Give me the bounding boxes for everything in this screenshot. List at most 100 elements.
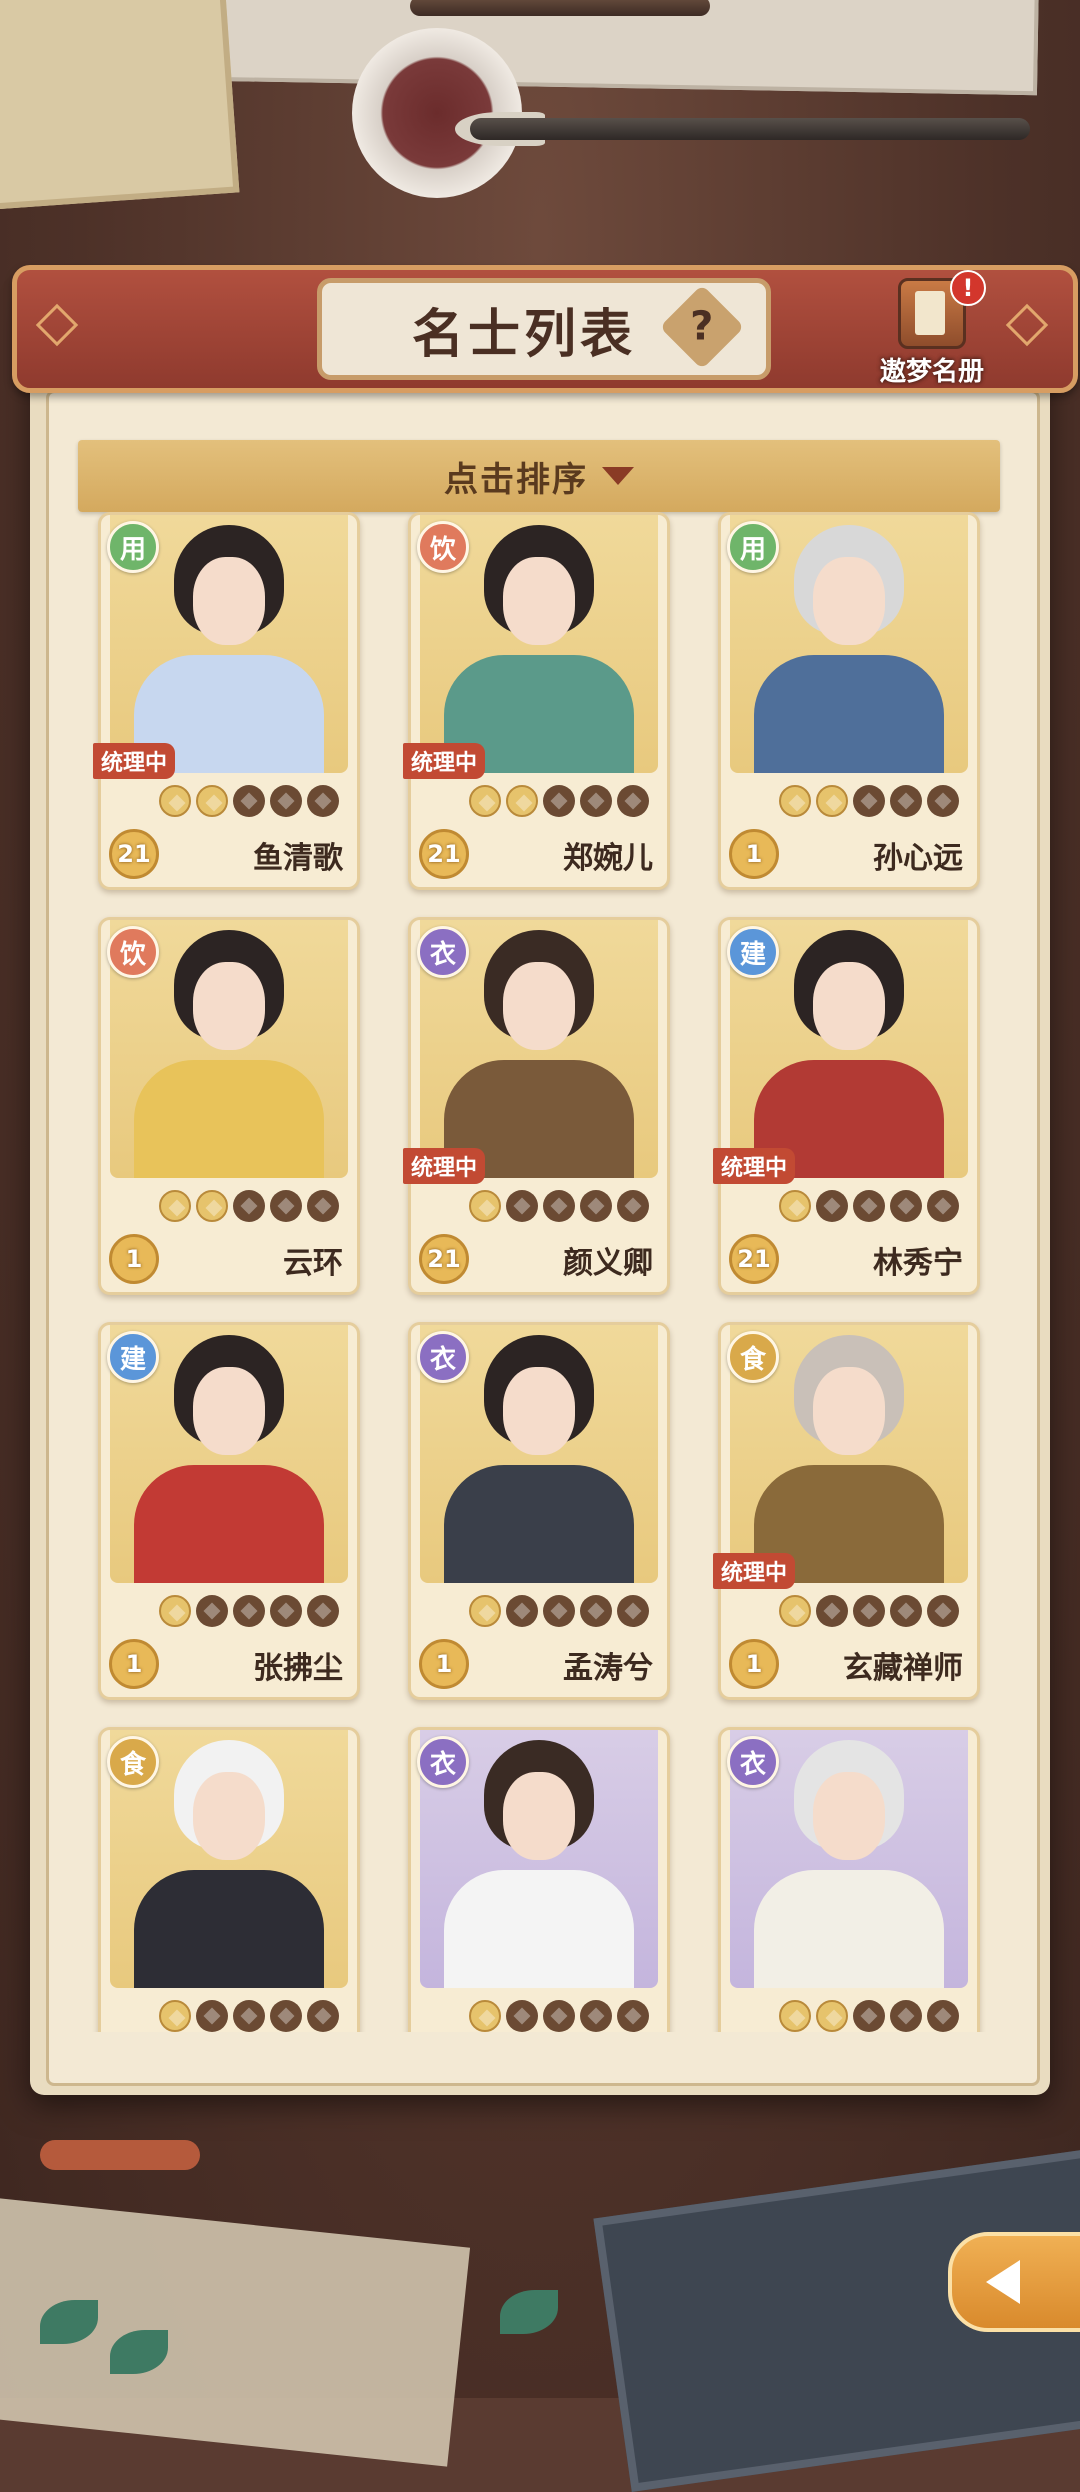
star-empty-icon xyxy=(543,1190,575,1222)
role-badge: 饮 xyxy=(417,521,469,573)
level-badge: 1 xyxy=(109,1234,159,1284)
star-empty-icon xyxy=(580,2000,612,2032)
character-card[interactable]: 建统理中 21 林秀宁 xyxy=(713,917,980,1295)
portrait-face xyxy=(193,1772,265,1860)
background-brush xyxy=(410,0,710,16)
status-tag: 统理中 xyxy=(93,743,176,779)
role-badge: 食 xyxy=(107,1736,159,1788)
portrait-robe xyxy=(444,1870,634,1988)
star-filled-icon xyxy=(469,1595,501,1627)
character-card[interactable]: 建 1 张拂尘 xyxy=(98,1322,360,1700)
writing-brush xyxy=(470,118,1030,140)
sort-button[interactable]: 点击排序 xyxy=(78,440,1000,512)
character-card[interactable]: 食 xyxy=(98,1727,360,2032)
role-badge: 用 xyxy=(727,521,779,573)
character-card[interactable]: 衣 xyxy=(408,1727,670,2032)
character-card[interactable]: 用统理中 21 鱼清歌 xyxy=(93,512,360,890)
portrait-face xyxy=(813,962,885,1050)
portrait-face xyxy=(503,557,575,645)
star-empty-icon xyxy=(543,785,575,817)
star-filled-icon xyxy=(469,785,501,817)
star-empty-icon xyxy=(506,1595,538,1627)
role-badge: 建 xyxy=(727,926,779,978)
character-card[interactable]: 用 1 孙心远 xyxy=(718,512,980,890)
help-button[interactable]: ? xyxy=(659,284,745,370)
character-name: 云环 xyxy=(283,1246,343,1281)
star-empty-icon xyxy=(927,1595,959,1627)
star-filled-icon xyxy=(506,785,538,817)
star-empty-icon xyxy=(853,2000,885,2032)
portrait-face xyxy=(813,557,885,645)
character-name: 颜义卿 xyxy=(563,1246,653,1281)
level-badge: 21 xyxy=(419,829,469,879)
star-rating xyxy=(779,1595,969,1629)
star-empty-icon xyxy=(196,2000,228,2032)
portrait-face xyxy=(503,962,575,1050)
status-tag: 统理中 xyxy=(403,743,486,779)
alert-badge: ! xyxy=(950,270,986,306)
level-badge: 1 xyxy=(729,829,779,879)
portrait-robe xyxy=(134,1465,324,1583)
star-empty-icon xyxy=(233,1595,265,1627)
star-empty-icon xyxy=(506,1190,538,1222)
star-filled-icon xyxy=(196,785,228,817)
character-name: 玄藏禅师 xyxy=(843,1651,963,1686)
character-grid[interactable]: 用统理中 21 鱼清歌饮统理中 21 郑婉儿用 1 孙心远饮 1 云环衣统理中 21 颜义卿建统理中… xyxy=(90,512,990,2032)
role-badge: 饮 xyxy=(107,926,159,978)
star-empty-icon xyxy=(617,2000,649,2032)
star-rating xyxy=(779,785,969,819)
page-title: 名士列表 xyxy=(411,304,636,365)
star-empty-icon xyxy=(927,1190,959,1222)
level-badge: 21 xyxy=(729,1234,779,1284)
star-empty-icon xyxy=(506,2000,538,2032)
star-rating xyxy=(159,785,349,819)
title-plate: 名士列表 ? xyxy=(317,278,771,380)
character-card[interactable]: 衣 xyxy=(718,1727,980,2032)
star-empty-icon xyxy=(543,1595,575,1627)
role-badge: 建 xyxy=(107,1331,159,1383)
character-card[interactable]: 饮 1 云环 xyxy=(98,917,360,1295)
role-badge: 用 xyxy=(107,521,159,573)
star-empty-icon xyxy=(233,2000,265,2032)
star-rating xyxy=(159,2000,349,2032)
star-filled-icon xyxy=(779,1595,811,1627)
star-empty-icon xyxy=(270,1190,302,1222)
help-icon: ? xyxy=(690,303,714,350)
star-rating xyxy=(469,1595,659,1629)
star-empty-icon xyxy=(543,2000,575,2032)
dream-register-button[interactable]: ! 遨梦名册 xyxy=(872,270,992,388)
star-empty-icon xyxy=(307,1190,339,1222)
star-empty-icon xyxy=(307,1595,339,1627)
character-name: 孙心远 xyxy=(873,841,963,876)
sort-label: 点击排序 xyxy=(444,459,588,500)
role-badge: 衣 xyxy=(417,1331,469,1383)
character-card[interactable]: 衣 1 孟涛兮 xyxy=(408,1322,670,1700)
star-empty-icon xyxy=(890,785,922,817)
star-filled-icon xyxy=(196,1190,228,1222)
star-empty-icon xyxy=(270,1595,302,1627)
character-card[interactable]: 饮统理中 21 郑婉儿 xyxy=(403,512,670,890)
dream-register-label: 遨梦名册 xyxy=(879,357,984,387)
character-card[interactable]: 衣统理中 21 颜义卿 xyxy=(403,917,670,1295)
status-tag: 统理中 xyxy=(403,1148,486,1184)
character-name: 张拂尘 xyxy=(253,1651,343,1686)
star-filled-icon xyxy=(159,785,191,817)
star-empty-icon xyxy=(580,785,612,817)
portrait-face xyxy=(503,1772,575,1860)
star-filled-icon xyxy=(159,1190,191,1222)
star-empty-icon xyxy=(853,785,885,817)
portrait-face xyxy=(193,557,265,645)
character-name: 林秀宁 xyxy=(873,1246,963,1281)
star-empty-icon xyxy=(233,785,265,817)
star-rating xyxy=(159,1595,349,1629)
character-card[interactable]: 食统理中 1 玄藏禅师 xyxy=(713,1322,980,1700)
back-button[interactable] xyxy=(948,2232,1080,2332)
role-badge: 衣 xyxy=(417,926,469,978)
level-badge: 21 xyxy=(419,1234,469,1284)
star-empty-icon xyxy=(617,785,649,817)
portrait-robe xyxy=(754,655,944,773)
star-empty-icon xyxy=(270,785,302,817)
star-empty-icon xyxy=(853,1190,885,1222)
star-filled-icon xyxy=(469,1190,501,1222)
tassel-decoration xyxy=(40,2140,200,2170)
